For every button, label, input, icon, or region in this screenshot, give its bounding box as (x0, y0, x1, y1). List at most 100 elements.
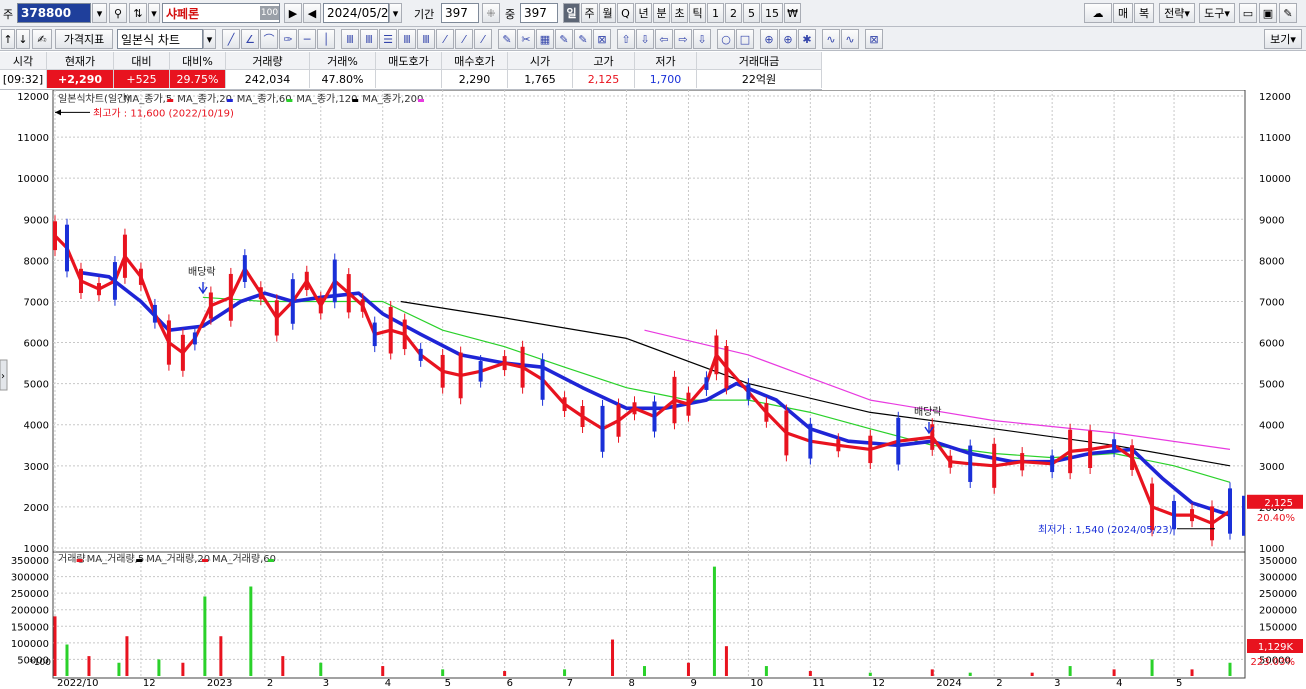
x-tick-2: 2023 (207, 678, 232, 689)
tool-grid-icon[interactable]: ▦ (536, 29, 554, 49)
volume-bar-23 (868, 672, 872, 676)
tool-fib-e-icon[interactable]: Ⅲ (417, 29, 435, 49)
tool-line-icon[interactable]: ╱ (222, 29, 240, 49)
sort-icon[interactable]: ⇅ (129, 3, 147, 23)
tool-zoom-in-icon[interactable]: ⊕ (760, 29, 778, 49)
period-input[interactable]: 397 (441, 3, 479, 23)
tools-button[interactable]: 도구 ▾ (1199, 3, 1235, 23)
x-tick-9: 8 (629, 678, 635, 689)
tool-rect-icon[interactable]: □ (736, 29, 754, 49)
view-button[interactable]: 보기 ▾ (1264, 29, 1302, 49)
count-label: 중 (505, 8, 516, 21)
quote-header-9: 고가 (573, 52, 635, 70)
x-tick-11: 10 (750, 678, 763, 689)
tool-clear-icon[interactable]: ⊠ (865, 29, 883, 49)
timeframe-6[interactable]: 초 (671, 3, 688, 23)
tool-fib-d-icon[interactable]: Ⅲ (398, 29, 416, 49)
tool-zoom-out-icon[interactable]: ⊕ (779, 29, 797, 49)
timeframe-3[interactable]: Q (617, 3, 634, 23)
tool-arc-icon[interactable]: ⌒ (260, 29, 278, 49)
code-dropdown-icon[interactable]: ▾ (92, 3, 107, 23)
date-dropdown-icon[interactable]: ▾ (389, 3, 402, 23)
right-btn-1[interactable]: 복 (1134, 3, 1154, 23)
tool-fib-a-icon[interactable]: Ⅲ (341, 29, 359, 49)
timeframe-1[interactable]: 주 (581, 3, 598, 23)
candle-body-16 (290, 279, 295, 324)
x-tick-8: 7 (567, 678, 573, 689)
timeframe-0[interactable]: 일 (563, 3, 580, 23)
quote-header-8: 시가 (508, 52, 573, 70)
edit-icon[interactable]: ✍ (32, 29, 52, 49)
chart-type-select[interactable]: 일본식 차트 (117, 29, 203, 49)
candle-body-21 (360, 299, 365, 312)
timeframe-7[interactable]: 틱 (689, 3, 706, 23)
current-price-tag: 2,125 (1264, 498, 1293, 509)
quote-value-5: 47.80% (310, 70, 376, 88)
timeframe-9[interactable]: 2 (725, 3, 742, 23)
timeframe-11[interactable]: 15 (761, 3, 783, 23)
count-input[interactable]: 397 (520, 3, 558, 23)
down-arrow-icon[interactable]: ↓ (16, 29, 30, 49)
tool-trend-b-icon[interactable]: ⁄ (455, 29, 473, 49)
candle-body-1 (64, 224, 69, 272)
tool-fib-b-icon[interactable]: Ⅲ (360, 29, 378, 49)
price-tick-left-9: 10000 (17, 174, 49, 185)
cloud-icon[interactable]: ☁ (1084, 3, 1112, 23)
timeframe-10[interactable]: 5 (743, 3, 760, 23)
timeframe-4[interactable]: 년 (635, 3, 652, 23)
name-badge: 100 (260, 6, 279, 20)
date-input[interactable]: 2024/05/29 (323, 3, 389, 23)
tool-hline-icon[interactable]: ─ (298, 29, 316, 49)
timeframe-2[interactable]: 월 (599, 3, 616, 23)
next-icon[interactable]: ▶ (284, 3, 302, 23)
timeframe-5[interactable]: 분 (653, 3, 670, 23)
price-chart[interactable]: 1000100020002000300030004000400050005000… (0, 90, 1306, 689)
prev-icon[interactable]: ◀ (303, 3, 321, 23)
price-tick-left-2: 3000 (24, 462, 49, 473)
tool-pen-icon[interactable]: ✑ (279, 29, 297, 49)
x-tick-3: 2 (267, 678, 273, 689)
stock-code-input[interactable]: 378800 (17, 3, 91, 23)
search-icon[interactable]: ⚲ (109, 3, 127, 23)
volume-tick-right-2: 150000 (1259, 622, 1297, 633)
tool-cut-icon[interactable]: ✂ (517, 29, 535, 49)
right-btn-0[interactable]: 매 (1113, 3, 1133, 23)
x-tick-17: 4 (1116, 678, 1122, 689)
price-indicator-button[interactable]: 가격지표 (55, 29, 113, 49)
timeframe-12[interactable]: ₩ (784, 3, 801, 23)
candle-body-30 (520, 346, 525, 388)
tool-trend-c-icon[interactable]: ⁄ (474, 29, 492, 49)
spinner-icon[interactable]: ⁜ (482, 3, 500, 23)
tool-circle-icon[interactable]: ○ (717, 29, 735, 49)
tool-export-icon[interactable]: ⇩ (693, 29, 711, 49)
tool-shift-right-icon[interactable]: ⇨ (674, 29, 692, 49)
tool-wave-b-icon[interactable]: ∿ (841, 29, 859, 49)
candle-body-39 (686, 392, 691, 416)
tool-note-icon[interactable]: ✎ (555, 29, 573, 49)
tool-note-b-icon[interactable]: ✎ (574, 29, 592, 49)
timeframe-8[interactable]: 1 (707, 3, 724, 23)
strategy-button[interactable]: 전략 ▾ (1159, 3, 1195, 23)
candle-body-3 (96, 283, 101, 296)
save-icon[interactable]: ▣ (1259, 3, 1277, 23)
candle-body-42 (724, 345, 729, 389)
tool-star-icon[interactable]: ✱ (798, 29, 816, 49)
tool-angle-icon[interactable]: ∠ (241, 29, 259, 49)
chart-type-dropdown-icon[interactable]: ▾ (203, 29, 216, 49)
tool-shift-left-icon[interactable]: ⇦ (655, 29, 673, 49)
volume-tick-left-6: 350000 (11, 556, 49, 567)
candle-body-64 (1228, 488, 1232, 534)
sort-dropdown-icon[interactable]: ▾ (148, 3, 160, 23)
up-arrow-icon[interactable]: ↑ (1, 29, 15, 49)
tool-vline-icon[interactable]: │ (317, 29, 335, 49)
tool-shift-up-icon[interactable]: ⇧ (617, 29, 635, 49)
tool-trend-a-icon[interactable]: ⁄ (436, 29, 454, 49)
tool-marker-icon[interactable]: ✎ (498, 29, 516, 49)
tool-wave-a-icon[interactable]: ∿ (822, 29, 840, 49)
tool-box-x-icon[interactable]: ⊠ (593, 29, 611, 49)
folder-icon[interactable]: ▭ (1239, 3, 1257, 23)
settings-icon[interactable]: ✎ (1279, 3, 1297, 23)
tool-fib-c-icon[interactable]: ☰ (379, 29, 397, 49)
tool-shift-down-icon[interactable]: ⇩ (636, 29, 654, 49)
price-tick-right-0: 1000 (1259, 544, 1284, 555)
